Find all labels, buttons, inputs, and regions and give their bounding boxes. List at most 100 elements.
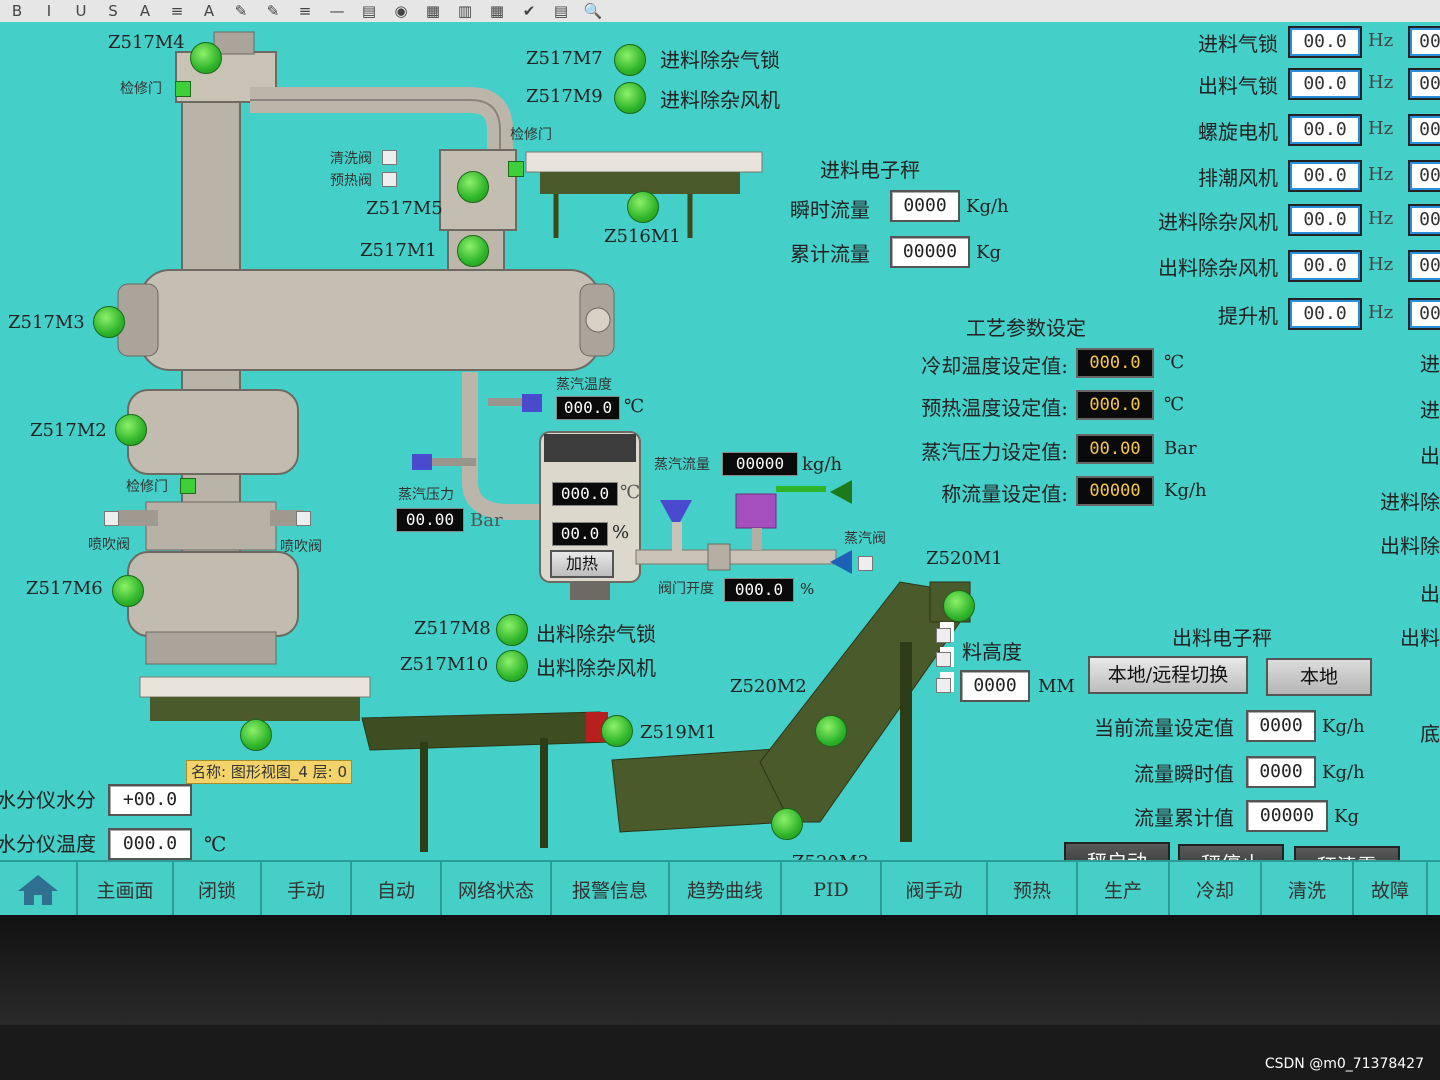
label-in-fan: 进料除杂风机 [660, 88, 780, 112]
nav-tab[interactable]: 阀手动 [882, 862, 988, 917]
inspect-door-1-status[interactable] [175, 81, 191, 97]
local-remote-switch-button[interactable]: 本地/远程切换 [1088, 656, 1248, 694]
motor-frequency-input[interactable]: 00.0 [1288, 26, 1362, 58]
nav-tab[interactable]: 网络状态 [442, 862, 552, 917]
motor-extra-input[interactable]: 00 [1408, 250, 1440, 282]
z517m9-indicator[interactable] [614, 82, 646, 114]
z517m8-indicator[interactable] [496, 614, 528, 646]
motor-frequency-input[interactable]: 00.0 [1288, 204, 1362, 236]
out-scale-unit: Kg/h [1322, 716, 1365, 737]
toolbar-button[interactable]: U [68, 2, 94, 20]
toolbar-button[interactable]: ✎ [260, 2, 286, 20]
motor-label: 提升机 [1218, 304, 1278, 328]
z517m1-indicator[interactable] [457, 235, 489, 267]
heat-button[interactable]: 加热 [550, 550, 614, 578]
valve-open-value: 000.0 [724, 578, 794, 602]
label-z517m1: Z517M1 [360, 240, 437, 261]
heater-temp-unit: ℃ [620, 482, 641, 503]
label-valve-open: 阀门开度 [658, 581, 714, 597]
toolbar-button[interactable]: I [36, 2, 62, 20]
motor-extra-input[interactable]: 00 [1408, 114, 1440, 146]
blow-valve-left-status[interactable] [104, 511, 119, 526]
right-edge-label: 底 [1420, 722, 1440, 746]
motor-frequency-input[interactable]: 00.0 [1288, 68, 1362, 100]
label-out-airlock: 出料除杂气锁 [536, 622, 656, 646]
blow-valve-right-status[interactable] [296, 511, 311, 526]
nav-tab[interactable]: 手动 [262, 862, 352, 917]
nav-tab[interactable]: 冷却 [1170, 862, 1262, 917]
label-in-airlock: 进料除杂气锁 [660, 48, 780, 72]
home-icon[interactable] [0, 862, 78, 917]
toolbar-button[interactable]: ◉ [388, 2, 414, 20]
toolbar-button[interactable]: ▦ [484, 2, 510, 20]
motor-extra-input[interactable]: 00 [1408, 26, 1440, 58]
nav-tab[interactable]: 趋势曲线 [670, 862, 782, 917]
motor-extra-input[interactable]: 00 [1408, 204, 1440, 236]
z517m10-indicator[interactable] [496, 650, 528, 682]
bottom-conveyor-indicator[interactable] [240, 719, 272, 751]
z520m3-indicator[interactable] [771, 808, 803, 840]
nav-tab[interactable]: 清洗 [1262, 862, 1354, 917]
motor-extra-input[interactable]: 00 [1408, 298, 1440, 330]
toolbar-button[interactable]: ≡ [292, 2, 318, 20]
motor-frequency-input[interactable]: 00.0 [1288, 298, 1362, 330]
z520m1-indicator[interactable] [943, 590, 975, 622]
nav-tab[interactable]: PID [782, 862, 882, 917]
z517m3-indicator[interactable] [93, 306, 125, 338]
toolbar-button[interactable]: A [132, 2, 158, 20]
z516m1-indicator[interactable] [627, 191, 659, 223]
preheat-valve-status[interactable] [382, 172, 397, 187]
process-param-input[interactable]: 00.00 [1076, 434, 1154, 464]
motor-frequency-input[interactable]: 00.0 [1288, 114, 1362, 146]
z517m5-indicator[interactable] [457, 171, 489, 203]
motor-extra-input[interactable]: 00 [1408, 160, 1440, 192]
nav-tab[interactable]: 闭锁 [174, 862, 262, 917]
local-mode-button[interactable]: 本地 [1266, 658, 1372, 696]
toolbar-button[interactable]: ✎ [228, 2, 254, 20]
level-indicator-3 [936, 678, 951, 693]
toolbar-button[interactable]: B [4, 2, 30, 20]
nav-tab[interactable]: 故障 [1354, 862, 1428, 917]
toolbar-button[interactable]: A [196, 2, 222, 20]
motor-label: 出料气锁 [1198, 74, 1278, 98]
inspect-door-3-status[interactable] [180, 478, 196, 494]
z517m2-indicator[interactable] [115, 414, 147, 446]
toolbar-button[interactable]: ≡ [164, 2, 190, 20]
motor-frequency-input[interactable]: 00.0 [1288, 250, 1362, 282]
toolbar-button[interactable]: S [100, 2, 126, 20]
z517m6-indicator[interactable] [112, 575, 144, 607]
nav-tab[interactable]: 生产 [1078, 862, 1170, 917]
inspect-door-2-status[interactable] [508, 161, 524, 177]
label-moisture-water: 水分仪水分 [0, 788, 96, 812]
process-param-input[interactable]: 00000 [1076, 476, 1154, 506]
z519m1-indicator[interactable] [601, 715, 633, 747]
toolbar-button[interactable]: 🔍 [580, 2, 606, 20]
motor-extra-input[interactable]: 00 [1408, 68, 1440, 100]
out-scale-value: 0000 [1246, 710, 1316, 742]
nav-tab[interactable]: 主画面 [78, 862, 174, 917]
motor-label: 螺旋电机 [1198, 120, 1278, 144]
nav-tab[interactable]: 预热 [988, 862, 1078, 917]
process-param-input[interactable]: 000.0 [1076, 348, 1154, 378]
toolbar-button[interactable]: ▤ [356, 2, 382, 20]
steam-valve-status[interactable] [858, 556, 873, 571]
label-z520m2: Z520M2 [730, 676, 807, 697]
process-param-label: 蒸汽压力设定值: [921, 440, 1068, 464]
toolbar-button[interactable]: — [324, 2, 350, 20]
motor-frequency-input[interactable]: 00.0 [1288, 160, 1362, 192]
wash-valve-status[interactable] [382, 150, 397, 165]
nav-tab[interactable]: 报警信息 [552, 862, 670, 917]
nav-tab[interactable]: 自动 [352, 862, 442, 917]
z517m4-indicator[interactable] [190, 42, 222, 74]
z520m2-indicator[interactable] [815, 715, 847, 747]
out-scale-label: 流量累计值 [1134, 806, 1234, 830]
steam-temp-unit: ℃ [624, 396, 645, 417]
toolbar-button[interactable]: ▤ [548, 2, 574, 20]
toolbar-button[interactable]: ▥ [452, 2, 478, 20]
toolbar-button[interactable]: ✔ [516, 2, 542, 20]
toolbar-button[interactable]: ▦ [420, 2, 446, 20]
process-param-input[interactable]: 000.0 [1076, 390, 1154, 420]
watermark: CSDN @m0_71378427 [1264, 1056, 1424, 1072]
z517m7-indicator[interactable] [614, 44, 646, 76]
label-blow-valve-right: 喷吹阀 [280, 539, 322, 555]
